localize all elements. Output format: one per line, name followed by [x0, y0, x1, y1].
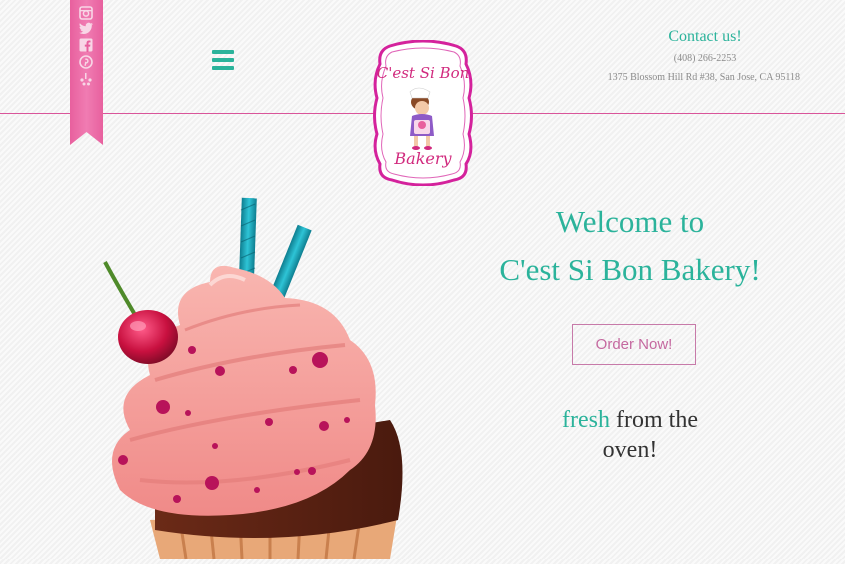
menu-bar	[212, 58, 234, 62]
tagline-text-2: oven!	[602, 437, 658, 463]
contact-block: Contact us! (408) 266-2253 1375 Blossom …	[540, 28, 800, 83]
contact-phone[interactable]: (408) 266-2253	[610, 53, 800, 64]
menu-bar	[212, 66, 234, 70]
menu-bar	[212, 50, 234, 54]
contact-address: 1375 Blossom Hill Rd #38, San Jose, CA 9…	[607, 72, 800, 83]
tagline-highlight: fresh	[562, 407, 610, 433]
tagline-text-1: from the	[610, 407, 698, 433]
tagline: fresh from the oven!	[540, 405, 720, 465]
yelp-icon[interactable]	[78, 72, 94, 86]
instagram-icon[interactable]	[78, 6, 94, 20]
cupcake-image	[60, 190, 420, 560]
facebook-icon[interactable]	[78, 38, 94, 52]
hamburger-menu-icon[interactable]	[212, 50, 234, 70]
pinterest-icon[interactable]	[78, 55, 94, 69]
logo-title: C'est Si Bon	[377, 64, 470, 82]
bakery-logo[interactable]: C'est Si Bon Bakery	[370, 39, 476, 187]
logo-subtitle: Bakery	[393, 149, 452, 168]
contact-title[interactable]: Contact us!	[610, 28, 800, 46]
order-now-button[interactable]: Order Now!	[572, 324, 696, 365]
twitter-icon[interactable]	[78, 22, 94, 36]
welcome-line-2: C'est Si Bon Bakery!	[499, 252, 761, 287]
welcome-heading: Welcome to C'est Si Bon Bakery!	[490, 198, 770, 294]
welcome-line-1: Welcome to	[555, 204, 705, 239]
social-ribbon	[70, 0, 103, 145]
